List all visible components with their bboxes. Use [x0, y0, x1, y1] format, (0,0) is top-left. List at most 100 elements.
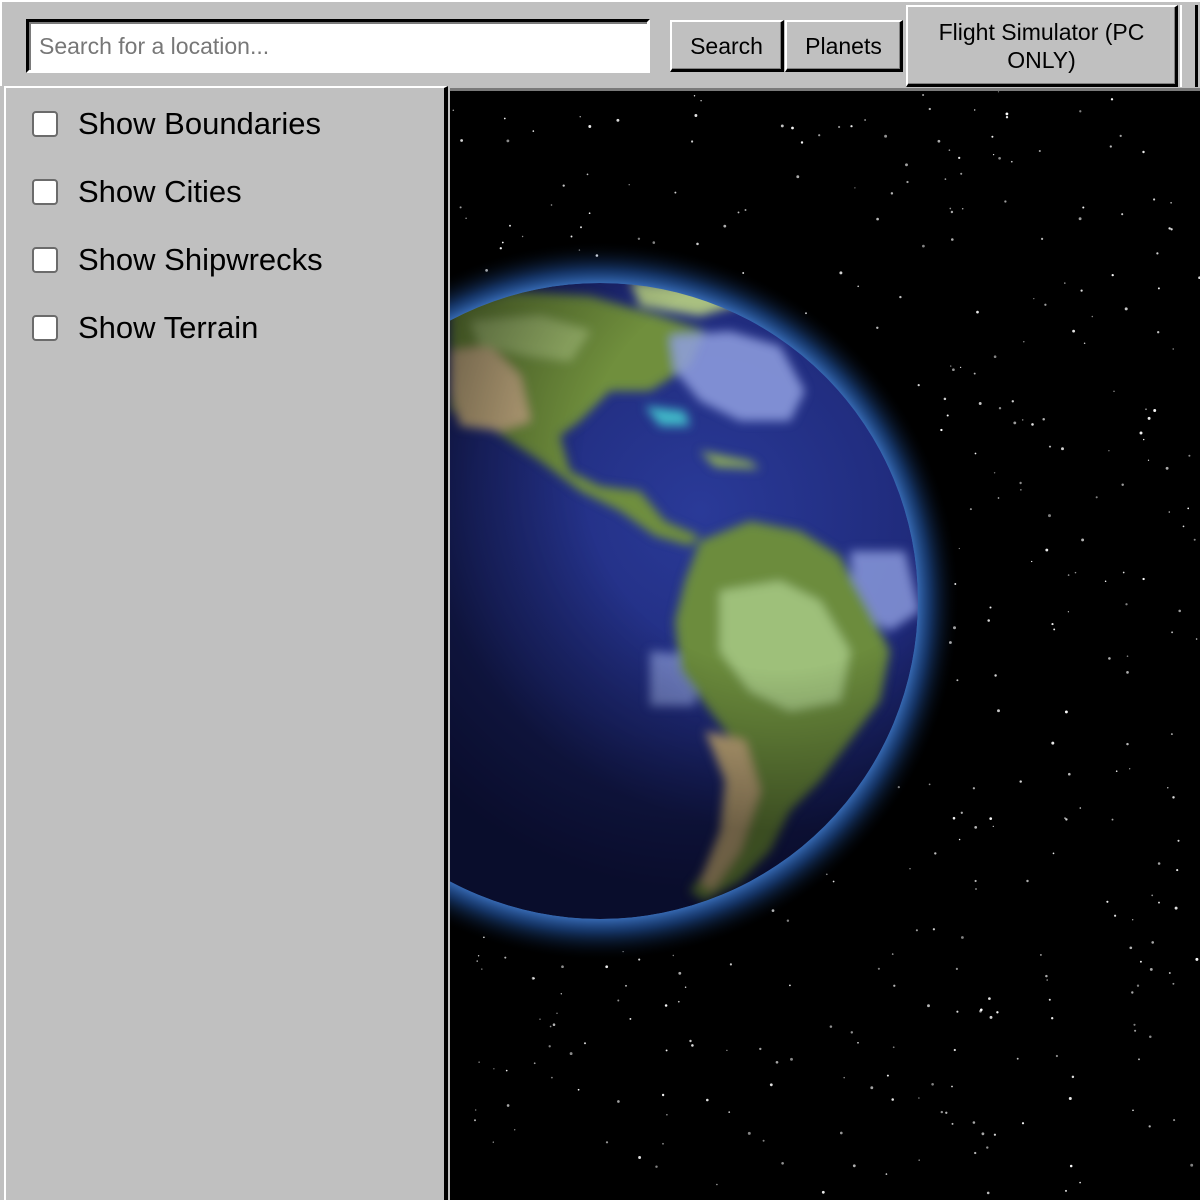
star: [829, 1025, 833, 1028]
star: [605, 1141, 609, 1144]
star: [960, 811, 963, 814]
search-input[interactable]: [26, 19, 650, 73]
star: [997, 91, 1000, 93]
search-button[interactable]: Search: [670, 20, 784, 72]
star: [1095, 496, 1098, 499]
boundaries-checkbox[interactable]: [32, 111, 58, 137]
star: [1138, 1058, 1140, 1061]
star: [661, 1093, 665, 1097]
star: [886, 1074, 889, 1077]
star: [775, 1060, 779, 1064]
star: [1195, 957, 1199, 961]
star: [1121, 213, 1124, 216]
star: [1143, 438, 1145, 441]
star: [1187, 507, 1190, 510]
star: [943, 397, 947, 401]
globe-canvas[interactable]: [450, 91, 1200, 1200]
star: [945, 1111, 948, 1114]
cities-checkbox[interactable]: [32, 179, 58, 205]
star: [986, 1191, 990, 1195]
star: [857, 1041, 859, 1044]
star: [958, 838, 961, 841]
star: [666, 1113, 668, 1116]
star: [885, 1173, 888, 1175]
star: [514, 1129, 516, 1131]
star: [1104, 580, 1107, 582]
star: [1121, 483, 1124, 487]
star: [922, 93, 925, 97]
star: [1110, 98, 1114, 101]
star: [1052, 852, 1055, 855]
star: [956, 679, 959, 682]
star: [583, 1042, 587, 1045]
option-show-boundaries[interactable]: Show Boundaries: [32, 104, 321, 144]
star: [588, 212, 591, 215]
option-show-cities[interactable]: Show Cities: [32, 172, 242, 212]
option-show-terrain[interactable]: Show Terrain: [32, 308, 258, 348]
star: [1133, 1023, 1136, 1026]
star: [978, 402, 982, 405]
star: [1142, 577, 1145, 581]
star: [1132, 919, 1134, 921]
star: [696, 242, 699, 246]
star: [1109, 145, 1112, 148]
star: [1038, 149, 1041, 153]
star: [781, 1161, 784, 1165]
star: [986, 1146, 989, 1149]
terrain-checkbox[interactable]: [32, 315, 58, 341]
shipwrecks-checkbox[interactable]: [32, 247, 58, 273]
star: [989, 606, 992, 609]
star: [932, 928, 936, 931]
star: [1082, 206, 1085, 209]
star: [987, 619, 990, 622]
star: [1124, 307, 1128, 311]
star: [1157, 287, 1160, 290]
star: [1074, 571, 1077, 574]
flight-simulator-button[interactable]: Flight Simulator (PC ONLY): [906, 5, 1178, 87]
star: [1129, 946, 1133, 950]
star: [1005, 116, 1009, 119]
star: [992, 825, 994, 828]
star: [729, 963, 732, 966]
star: [956, 1010, 959, 1013]
star: [1114, 914, 1117, 917]
star: [744, 209, 747, 211]
star: [1151, 941, 1154, 944]
star: [628, 184, 630, 186]
star: [839, 271, 843, 275]
star: [997, 709, 1000, 713]
star: [918, 1159, 920, 1161]
star: [1004, 200, 1007, 203]
star: [796, 175, 800, 179]
star: [974, 879, 977, 883]
star: [893, 984, 896, 987]
star: [899, 295, 902, 299]
star: [460, 139, 463, 142]
star: [1182, 525, 1185, 528]
star: [706, 1098, 709, 1102]
star: [1170, 733, 1173, 736]
star: [950, 210, 954, 214]
layer-sidebar: Show Boundaries Show Cities Show Shipwre…: [4, 86, 448, 1200]
planets-button[interactable]: Planets: [785, 20, 903, 72]
star: [1165, 466, 1169, 470]
star: [655, 1165, 658, 1168]
star: [1064, 282, 1066, 284]
star: [1048, 514, 1051, 518]
star: [539, 1018, 541, 1020]
star: [579, 116, 581, 118]
star: [961, 208, 964, 210]
star: [674, 191, 677, 194]
star: [1031, 423, 1034, 426]
star: [1115, 770, 1118, 772]
globe-viewport[interactable]: [450, 88, 1200, 1200]
star: [1071, 1075, 1075, 1079]
star: [1136, 984, 1140, 987]
star: [1153, 198, 1156, 201]
star: [931, 1083, 934, 1086]
star: [909, 868, 911, 870]
star: [992, 153, 995, 156]
star: [1176, 869, 1179, 872]
star: [953, 1048, 956, 1052]
option-show-shipwrecks[interactable]: Show Shipwrecks: [32, 240, 323, 280]
